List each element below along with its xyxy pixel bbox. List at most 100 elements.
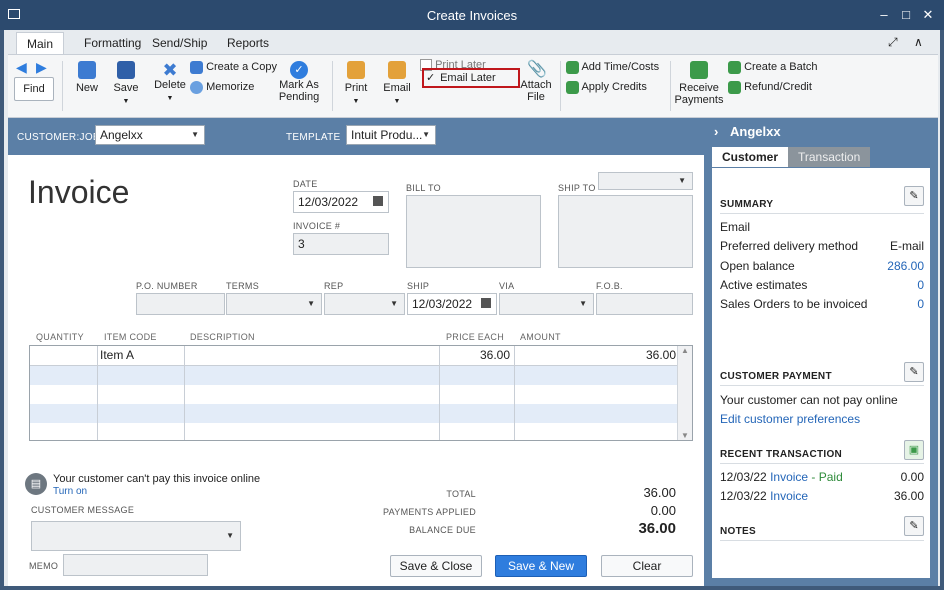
quickreport-icon[interactable]: ▣ — [904, 440, 924, 460]
clear-button[interactable]: Clear — [601, 555, 693, 577]
terms-dropdown[interactable]: ▼ — [226, 293, 322, 315]
ship-label: SHIP — [407, 281, 430, 291]
ship-date-field[interactable]: 12/03/2022 — [407, 293, 497, 315]
po-number-field[interactable] — [136, 293, 225, 315]
customer-message-dropdown[interactable]: ▼ — [31, 521, 241, 551]
summary-title: SUMMARY — [720, 199, 774, 210]
new-button[interactable]: New — [72, 61, 102, 94]
sales-orders-link[interactable]: 0 — [917, 297, 924, 311]
recent-transaction-row[interactable]: 12/03/22 Invoice — [720, 489, 808, 503]
column-header-description[interactable]: DESCRIPTION — [190, 332, 255, 342]
date-field[interactable]: 12/03/2022 — [293, 191, 389, 213]
window-title: Create Invoices — [426, 8, 518, 23]
print-button[interactable]: Print ▼ — [340, 61, 372, 108]
create-copy-button[interactable]: Create a Copy — [190, 60, 277, 74]
fob-field[interactable] — [596, 293, 693, 315]
item-code-cell[interactable]: Item A — [100, 346, 134, 365]
tab-send-ship[interactable]: Send/Ship — [142, 32, 217, 54]
memo-label: MEMO — [29, 561, 59, 571]
edit-pencil-icon[interactable]: ✎ — [904, 186, 924, 206]
summary-label: Sales Orders to be invoiced — [720, 297, 868, 311]
delete-button[interactable]: ✖ Delete ▼ — [152, 61, 188, 105]
summary-label: Email — [720, 220, 751, 234]
close-icon[interactable]: ✕ — [920, 7, 936, 23]
attach-file-button[interactable]: 📎 Attach File — [516, 61, 556, 103]
table-row[interactable] — [30, 366, 680, 385]
table-row[interactable] — [30, 404, 680, 423]
expand-icon[interactable]: ⤢ — [888, 35, 898, 50]
customer-header: CUSTOMER:JOB Angelxx ▼ TEMPLATE Intuit Pr… — [8, 118, 704, 155]
open-balance-link[interactable]: 286.00 — [887, 259, 924, 273]
tab-transaction[interactable]: Transaction — [788, 147, 871, 167]
previous-arrow-icon[interactable]: ◀ — [16, 59, 27, 76]
title-bar: Create Invoices – □ ✕ — [0, 0, 944, 30]
save-button[interactable]: Save ▼ — [110, 61, 142, 108]
find-button[interactable]: Find — [14, 77, 54, 101]
panel-customer-name: Angelxx — [730, 124, 781, 139]
maximize-icon[interactable]: □ — [898, 7, 914, 23]
refund-credit-button[interactable]: Refund/Credit — [728, 80, 812, 94]
ship-to-dropdown[interactable]: ▼ — [598, 172, 693, 190]
invoice-number-label: INVOICE # — [293, 221, 341, 231]
memorize-button[interactable]: Memorize — [190, 80, 254, 94]
apply-credits-icon — [566, 80, 579, 94]
tab-main[interactable]: Main — [16, 32, 65, 55]
edit-customer-preferences-link[interactable]: Edit customer preferences — [720, 412, 860, 426]
mark-as-pending-button[interactable]: ✓ Mark As Pending — [276, 61, 322, 103]
memo-field[interactable] — [63, 554, 208, 576]
receive-payments-button[interactable]: Receive Payments — [674, 61, 724, 106]
payments-applied-label: PAYMENTS APPLIED — [383, 507, 476, 517]
minimize-icon[interactable]: – — [876, 7, 892, 23]
checkmark-icon: ✓ — [426, 71, 436, 84]
bill-to-field[interactable] — [406, 195, 541, 268]
table-row[interactable] — [30, 385, 680, 404]
calendar-icon[interactable] — [481, 298, 491, 308]
amount-cell[interactable]: 36.00 — [518, 346, 676, 365]
recent-transaction-title: RECENT TRANSACTION — [720, 449, 843, 460]
receive-payments-icon — [690, 61, 708, 79]
calendar-icon[interactable] — [373, 196, 383, 206]
form-title: Invoice — [28, 174, 130, 210]
scroll-up-icon[interactable]: ▲ — [678, 346, 692, 355]
invoice-number-field[interactable]: 3 — [293, 233, 389, 255]
active-estimates-link[interactable]: 0 — [917, 278, 924, 292]
save-close-button[interactable]: Save & Close — [390, 555, 482, 577]
save-new-button[interactable]: Save & New — [495, 555, 587, 577]
turn-on-link[interactable]: Turn on — [53, 486, 87, 497]
edit-pencil-icon[interactable]: ✎ — [904, 362, 924, 382]
column-header-amount[interactable]: AMOUNT — [520, 332, 561, 342]
customer-job-label: CUSTOMER:JOB — [17, 132, 100, 143]
table-row[interactable]: Item A 36.00 36.00 — [30, 346, 680, 366]
scroll-down-icon[interactable]: ▼ — [678, 431, 692, 440]
tab-reports[interactable]: Reports — [217, 32, 279, 54]
apply-credits-button[interactable]: Apply Credits — [566, 80, 647, 94]
price-each-cell[interactable]: 36.00 — [442, 346, 510, 365]
add-time-icon — [566, 60, 579, 74]
rep-dropdown[interactable]: ▼ — [324, 293, 405, 315]
dropdown-arrow-icon: ▼ — [307, 299, 315, 308]
template-dropdown[interactable]: Intuit Produ... ▼ — [346, 125, 436, 145]
tab-formatting[interactable]: Formatting — [74, 32, 151, 54]
panel-content: ✎ SUMMARY Email Preferred delivery metho… — [712, 168, 930, 578]
checkmark-circle-icon: ✓ — [290, 61, 308, 79]
via-dropdown[interactable]: ▼ — [499, 293, 594, 315]
refund-icon — [728, 80, 741, 94]
email-later-checkbox[interactable]: ✓ Email Later — [426, 71, 496, 85]
panel-collapse-icon[interactable]: › — [714, 124, 718, 139]
table-row[interactable] — [30, 423, 680, 442]
column-header-item-code[interactable]: ITEM CODE — [104, 332, 157, 342]
column-header-price-each[interactable]: PRICE EACH — [446, 332, 504, 342]
add-time-costs-button[interactable]: Add Time/Costs — [566, 60, 659, 74]
create-batch-button[interactable]: Create a Batch — [728, 60, 817, 74]
recent-transaction-row[interactable]: 12/03/22 Invoice - Paid — [720, 470, 843, 484]
collapse-icon[interactable]: ∧ — [914, 35, 923, 49]
customer-job-dropdown[interactable]: Angelxx ▼ — [95, 125, 205, 145]
ship-to-field[interactable] — [558, 195, 693, 268]
edit-pencil-icon[interactable]: ✎ — [904, 516, 924, 536]
credit-card-icon: ▤ — [25, 473, 47, 495]
tab-customer[interactable]: Customer — [712, 147, 789, 167]
grid-scrollbar[interactable]: ▲ ▼ — [677, 346, 692, 440]
column-header-quantity[interactable]: QUANTITY — [36, 332, 84, 342]
email-button[interactable]: Email ▼ — [380, 61, 414, 108]
next-arrow-icon[interactable]: ▶ — [36, 59, 47, 76]
